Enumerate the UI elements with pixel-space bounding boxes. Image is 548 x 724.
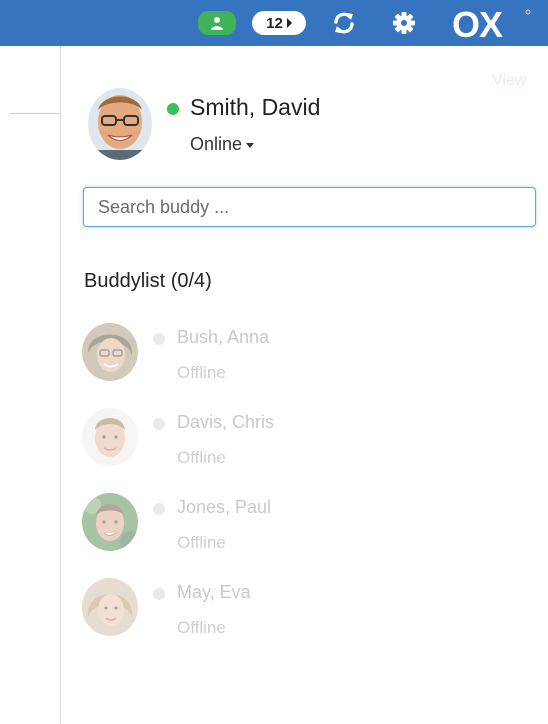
search-buddy-input[interactable]: [83, 187, 536, 227]
status-dropdown[interactable]: Online: [190, 134, 255, 155]
buddy-avatar: [82, 408, 138, 466]
gear-icon[interactable]: [390, 9, 418, 37]
buddy-status: Offline: [177, 363, 226, 382]
top-bar: 12 OX: [0, 0, 548, 46]
logo-text: OX: [452, 8, 503, 40]
offline-status-dot: [153, 588, 165, 600]
buddylist-title: Buddylist (0/4): [84, 270, 212, 292]
buddy-name: Davis, Chris: [177, 412, 275, 432]
buddy-item[interactable]: Bush, Anna Offline: [82, 323, 522, 393]
status-label: Online: [190, 134, 243, 154]
buddy-status: Offline: [177, 448, 226, 467]
buddy-item[interactable]: Davis, Chris Offline: [82, 408, 522, 478]
refresh-icon[interactable]: [330, 9, 358, 37]
offline-status-dot: [153, 418, 165, 430]
user-icon: [211, 17, 223, 30]
buddy-status: Offline: [177, 533, 226, 552]
buddy-item[interactable]: Jones, Paul Offline: [82, 493, 522, 563]
chat-panel: 12 OX View Smith, David Online Search bu…: [0, 0, 548, 724]
buddy-avatar: [82, 578, 138, 636]
notification-badge[interactable]: 12: [252, 11, 306, 35]
buddy-item[interactable]: May, Eva Offline: [82, 578, 522, 648]
buddy-status: Offline: [177, 618, 226, 637]
panel-border: [60, 46, 61, 724]
online-status-dot: [167, 103, 179, 115]
buddy-name: Bush, Anna: [177, 327, 270, 347]
presence-button[interactable]: [198, 11, 236, 35]
ox-logo[interactable]: OX: [452, 8, 532, 40]
current-user-name: Smith, David: [190, 94, 321, 120]
buddy-name: May, Eva: [177, 582, 251, 602]
left-pane-divider: [10, 113, 60, 114]
notification-count: 12: [266, 14, 283, 32]
buddy-avatar: [82, 323, 138, 381]
view-button[interactable]: View: [492, 72, 526, 90]
offline-status-dot: [153, 333, 165, 345]
buddy-avatar: [82, 493, 138, 551]
buddy-name: Jones, Paul: [177, 497, 272, 517]
current-user-avatar: [88, 88, 152, 160]
offline-status-dot: [153, 503, 165, 515]
caret-right-icon: [286, 18, 292, 28]
chevron-down-icon: [246, 143, 255, 148]
